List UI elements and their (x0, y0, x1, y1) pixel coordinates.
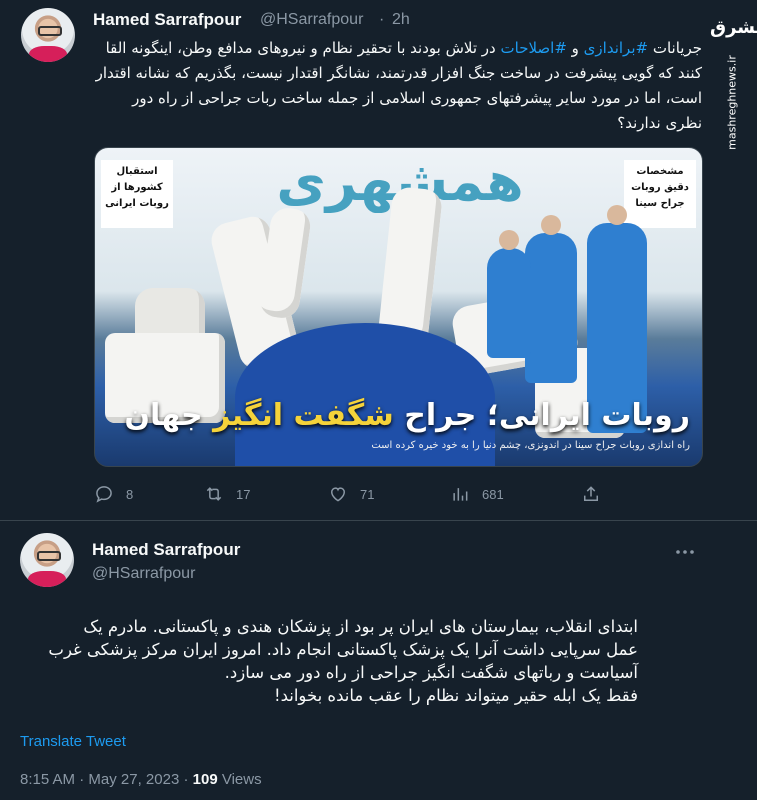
avatar-glasses (38, 26, 62, 36)
like-button[interactable]: 71 (328, 482, 374, 506)
main-tweet-line: ابتدای انقلاب، بیمارستان های ایران پر بو… (83, 617, 638, 636)
views-count: 109 (192, 771, 218, 788)
avatar[interactable] (21, 8, 75, 62)
tweet-1[interactable]: Hamed Sarrafpour @HSarrafpour · 2h جریان… (0, 0, 757, 520)
author-handle[interactable]: @HSarrafpour (92, 565, 195, 583)
watermark-url: mashreghnews.ir (725, 55, 739, 150)
image-headline: روبات ایرانی؛ جراح شگفت انگیز جهان (124, 398, 690, 433)
reply-count: 8 (126, 486, 134, 502)
headline-part: روبات ایرانی؛ جراح (393, 398, 690, 433)
views-chart-icon (453, 488, 468, 501)
heart-icon (330, 487, 346, 502)
tweet-date[interactable]: May 27, 2023 (88, 771, 179, 788)
staff-head (607, 205, 627, 225)
image-left-caption: استقبال کشورها از روبات ایرانی (101, 160, 173, 228)
watermark: مشرق mashreghnews.ir (710, 8, 757, 150)
avatar-shirt (29, 46, 67, 62)
separator-dot: · (183, 771, 189, 788)
image-right-caption: مشخصات دقیق روبات جراح سینا (624, 160, 696, 228)
main-tweet-line: آسیاست و رباتهای شگفت انگیز جراحی از راه… (224, 663, 638, 682)
views-label: Views (221, 771, 262, 788)
tweet-time[interactable]: 2h (392, 11, 410, 29)
views-count: 681 (482, 486, 504, 502)
hashtag-baradazi[interactable]: #براندازی (584, 39, 648, 57)
author-name[interactable]: Hamed Sarrafpour (92, 540, 240, 560)
headline-part: جهان (124, 398, 214, 433)
reply-button[interactable]: 8 (94, 482, 133, 506)
retweet-button[interactable]: 17 (204, 482, 250, 506)
tweet-actions: 8 17 71 681 (94, 482, 614, 506)
headline-highlight: شگفت انگیز (213, 398, 394, 433)
separator-dot: · (79, 771, 85, 788)
retweet-icon (206, 487, 222, 501)
author-name[interactable]: Hamed Sarrafpour (93, 10, 241, 30)
tweet-divider (0, 520, 757, 521)
views-button[interactable]: 681 (450, 482, 504, 506)
avatar-shirt (28, 571, 66, 587)
translate-tweet-link[interactable]: Translate Tweet (20, 733, 126, 750)
like-count: 71 (360, 486, 375, 502)
tweet-text-part: جریانات (648, 39, 702, 57)
tweet-time[interactable]: 8:15 AM (20, 771, 75, 788)
separator-dot: · (379, 11, 385, 28)
surgeon-head (541, 215, 561, 235)
main-tweet-text: ابتدای انقلاب، بیمارستان های ایران پر بو… (20, 615, 638, 707)
main-tweet-line: عمل سرپایی داشت آنرا یک پزشک پاکستانی ان… (48, 640, 638, 659)
nurse-figure (487, 230, 531, 358)
tweet-text-part: و (566, 39, 584, 57)
tweet-image[interactable]: همشهری استقبال کشورها از روبات ایرانی مش… (94, 147, 703, 467)
tweet-text: جریانات #براندازی و #اصلاحات در تلاش بود… (94, 36, 702, 136)
tweet-meta: 8:15 AM · May 27, 2023 · 109 Views (20, 771, 262, 788)
avatar[interactable] (20, 533, 74, 587)
share-button[interactable] (581, 482, 613, 506)
hashtag-eslahat[interactable]: #اصلاحات (501, 39, 567, 57)
image-subline: راه اندازی روبات جراح سینا در اندونزی، چ… (371, 440, 690, 451)
nurse-head (499, 230, 519, 250)
surgeon-figure (525, 215, 577, 383)
reply-icon (96, 486, 112, 503)
share-icon (584, 486, 598, 501)
author-handle[interactable]: @HSarrafpour (260, 11, 363, 29)
avatar-glasses (37, 551, 61, 561)
main-tweet-line: فقط یک ابله حقیر میتواند نظام را عقب مان… (273, 686, 638, 705)
more-options-icon[interactable] (673, 540, 697, 564)
retweet-count: 17 (236, 486, 251, 502)
